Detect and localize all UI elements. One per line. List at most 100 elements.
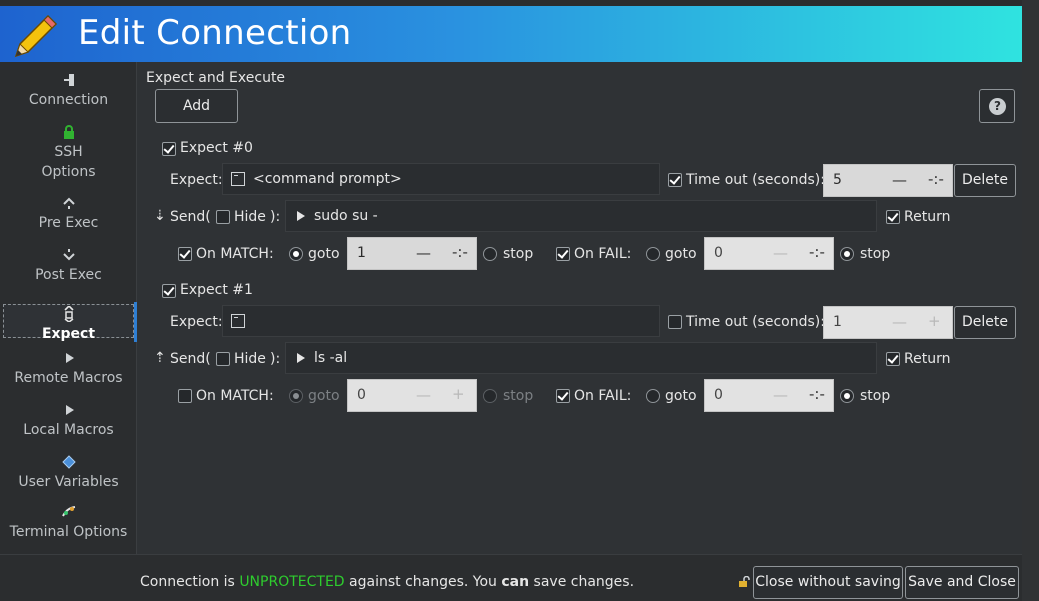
sidebar-item-pre-exec[interactable]: Pre Exec bbox=[3, 195, 134, 235]
expect-0-timeout-checkbox[interactable] bbox=[668, 173, 682, 187]
sidebar-item-label: Remote Macros bbox=[14, 370, 123, 386]
sidebar-item-label: Local Macros bbox=[23, 422, 114, 438]
expect-1-delete-button[interactable]: Delete bbox=[954, 306, 1016, 339]
expect-0-delete-button[interactable]: Delete bbox=[954, 164, 1016, 197]
expect-0-return-checkbox[interactable] bbox=[886, 210, 900, 224]
help-button[interactable]: ? bbox=[979, 89, 1015, 123]
expect-0-expect-input[interactable]: <command prompt> bbox=[222, 163, 660, 195]
expect-1-timeout-checkbox[interactable] bbox=[668, 315, 682, 329]
sidebar-item-post-exec[interactable]: Post Exec bbox=[3, 247, 134, 287]
sidebar-item-label: Post Exec bbox=[35, 267, 102, 283]
goto-label: goto bbox=[665, 388, 697, 404]
sidebar-item-local-macros[interactable]: Local Macros bbox=[3, 402, 134, 442]
dialog-title: Edit Connection bbox=[78, 13, 352, 53]
expect-1-timeout-label: Time out (seconds): bbox=[686, 314, 825, 330]
status-text: against changes. You bbox=[344, 574, 502, 590]
expect-1-timeout-value: 1 bbox=[833, 314, 842, 330]
terminal-icon bbox=[231, 172, 245, 186]
expect-1-send-input[interactable]: ls -al bbox=[285, 342, 877, 374]
expect-0-on-fail-goto-stepper[interactable]: 0 — -:- bbox=[704, 237, 834, 270]
sidebar-item-label: SSH bbox=[54, 144, 83, 160]
sidebar-item-remote-macros[interactable]: Remote Macros bbox=[3, 350, 134, 390]
expect-0-on-match-stop-radio[interactable] bbox=[483, 247, 497, 261]
unlocked-icon[interactable] bbox=[738, 576, 750, 588]
expect-icon bbox=[63, 306, 74, 322]
expect-0-title: Expect #0 bbox=[180, 140, 253, 156]
help-icon: ? bbox=[989, 98, 1006, 115]
expect-0-on-fail-checkbox[interactable] bbox=[556, 247, 570, 261]
expect-1-on-fail-checkbox[interactable] bbox=[556, 389, 570, 403]
increment-button[interactable]: -:- bbox=[809, 385, 825, 403]
sidebar-item-expect[interactable]: Expect bbox=[3, 304, 134, 342]
expect-0-on-match-goto-stepper[interactable]: 1 — -:- bbox=[347, 237, 477, 270]
send-open-label: Send( bbox=[170, 209, 211, 225]
pencil-icon bbox=[14, 14, 58, 58]
return-label: Return bbox=[904, 351, 951, 367]
goto-label: goto bbox=[665, 246, 697, 262]
move-down-icon[interactable]: ⇣ bbox=[154, 208, 166, 224]
increment-button[interactable]: -:- bbox=[928, 170, 944, 188]
move-up-icon[interactable]: ⇡ bbox=[154, 350, 166, 366]
expect-0-expect-label: Expect: bbox=[170, 172, 223, 188]
terminal-icon bbox=[231, 314, 245, 328]
expect-1-hide-checkbox[interactable] bbox=[216, 352, 230, 366]
post-exec-icon bbox=[62, 249, 75, 261]
sidebar-item-label: Connection bbox=[28, 92, 109, 108]
expect-panel: Expect and Execute Add ? Expect #0 Expec… bbox=[137, 62, 1022, 554]
send-open-label: Send( bbox=[170, 351, 211, 367]
expect-1-on-fail-stop-radio[interactable] bbox=[840, 389, 854, 403]
save-and-close-button[interactable]: Save and Close bbox=[905, 566, 1019, 599]
expect-1-enabled-checkbox[interactable] bbox=[162, 284, 176, 298]
expect-1-on-match-goto-radio[interactable] bbox=[289, 389, 303, 403]
expect-1-on-match-stop-radio[interactable] bbox=[483, 389, 497, 403]
stop-label: stop bbox=[503, 388, 534, 404]
decrement-button[interactable]: — bbox=[773, 244, 788, 262]
stop-label: stop bbox=[860, 246, 891, 262]
expect-0-hide-checkbox[interactable] bbox=[216, 210, 230, 224]
lock-icon bbox=[63, 125, 74, 139]
expect-0-on-fail-stop-radio[interactable] bbox=[840, 247, 854, 261]
expect-1-return-checkbox[interactable] bbox=[886, 352, 900, 366]
sidebar-item-connection[interactable]: Connection bbox=[3, 72, 134, 112]
expect-1-on-fail-goto-radio[interactable] bbox=[646, 389, 660, 403]
increment-button[interactable]: -:- bbox=[809, 243, 825, 261]
expect-1-timeout-stepper[interactable]: 1 — + bbox=[823, 306, 953, 339]
expect-0-on-match-goto-radio[interactable] bbox=[289, 247, 303, 261]
expect-1-on-match-checkbox[interactable] bbox=[178, 389, 192, 403]
expect-1-on-match-goto-stepper[interactable]: 0 — + bbox=[347, 379, 477, 412]
status-text-bold: can bbox=[501, 574, 530, 590]
expect-0-send-input[interactable]: sudo su - bbox=[285, 200, 877, 232]
send-close-label: ): bbox=[270, 209, 281, 225]
sidebar-item-ssh-options[interactable]: SSH Options bbox=[3, 124, 134, 180]
sidebar-item-user-variables[interactable]: User Variables bbox=[3, 454, 134, 494]
expect-0-timeout-stepper[interactable]: 5 — -:- bbox=[823, 164, 953, 197]
expect-1-on-fail-goto-stepper[interactable]: 0 — -:- bbox=[704, 379, 834, 412]
decrement-button[interactable]: — bbox=[773, 386, 788, 404]
expect-0-enabled-checkbox[interactable] bbox=[162, 142, 176, 156]
expect-0-on-match-checkbox[interactable] bbox=[178, 247, 192, 261]
expect-0-timeout-label: Time out (seconds): bbox=[686, 172, 825, 188]
increment-button[interactable]: + bbox=[452, 385, 465, 403]
expect-0-on-fail-goto-radio[interactable] bbox=[646, 247, 660, 261]
expect-1-expect-input[interactable] bbox=[222, 305, 660, 337]
sidebar-item-label: Terminal Options bbox=[9, 524, 128, 540]
add-button[interactable]: Add bbox=[155, 89, 238, 123]
close-without-saving-button[interactable]: Close without saving bbox=[753, 566, 903, 599]
play-icon bbox=[65, 353, 74, 363]
increment-button[interactable]: -:- bbox=[452, 243, 468, 261]
section-title: Expect and Execute bbox=[146, 70, 286, 86]
decrement-button[interactable]: — bbox=[416, 386, 431, 404]
decrement-button[interactable]: — bbox=[892, 171, 907, 189]
goto-label: goto bbox=[308, 246, 340, 262]
on-match-label: On MATCH: bbox=[196, 246, 274, 262]
play-icon bbox=[297, 353, 305, 363]
stop-label: stop bbox=[503, 246, 534, 262]
decrement-button[interactable]: — bbox=[892, 313, 907, 331]
decrement-button[interactable]: — bbox=[416, 244, 431, 262]
diamond-icon bbox=[61, 455, 76, 469]
hide-label: Hide bbox=[234, 209, 266, 225]
pre-exec-icon bbox=[62, 197, 75, 209]
increment-button[interactable]: + bbox=[928, 312, 941, 330]
sidebar-item-terminal-options[interactable]: Terminal Options bbox=[3, 504, 134, 544]
on-fail-label: On FAIL: bbox=[574, 388, 632, 404]
